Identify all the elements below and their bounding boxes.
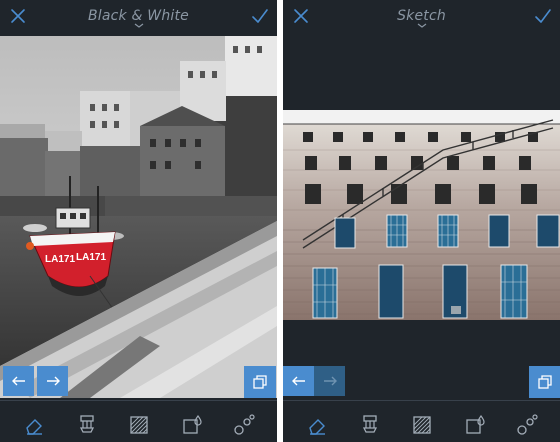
- photo-canvas[interactable]: LA171 LA171: [0, 36, 277, 398]
- bubbles-icon: [517, 414, 538, 435]
- eraser-tool[interactable]: [306, 414, 328, 436]
- redo-button[interactable]: [314, 366, 345, 396]
- tool-bar: [283, 400, 560, 442]
- sketch-editor-panel: Sketch: [283, 0, 560, 442]
- arrow-right-icon: [46, 376, 60, 386]
- redo-button[interactable]: [37, 366, 68, 396]
- building-sketch-photo: [283, 110, 560, 320]
- bubbles-tool[interactable]: [516, 414, 538, 436]
- eraser-icon: [26, 419, 42, 435]
- filter-title-selector[interactable]: Sketch: [283, 7, 560, 29]
- bubbles-icon: [234, 414, 255, 435]
- arrow-right-icon: [323, 376, 337, 386]
- brush-tool[interactable]: [359, 414, 381, 436]
- brush-icon: [79, 415, 95, 433]
- top-bar: Black & White: [0, 0, 277, 34]
- drop-icon: [466, 414, 485, 434]
- fill-pattern-tool[interactable]: [128, 414, 150, 436]
- compare-icon: [538, 375, 552, 389]
- undo-button[interactable]: [283, 366, 314, 396]
- done-button[interactable]: [534, 7, 552, 25]
- drop-tool[interactable]: [181, 414, 203, 436]
- brush-icon: [362, 415, 378, 433]
- boat-name-left: LA171: [45, 254, 75, 265]
- black-white-editor-panel: Black & White LA171 LA171: [0, 0, 277, 442]
- compare-button[interactable]: [244, 366, 276, 398]
- done-button[interactable]: [251, 7, 269, 25]
- harbor-photo: LA171 LA171: [0, 36, 277, 398]
- bubbles-tool[interactable]: [233, 414, 255, 436]
- fill-pattern-icon: [413, 416, 431, 434]
- compare-icon: [253, 375, 267, 389]
- arrow-left-icon: [11, 376, 25, 386]
- tool-bar: [0, 400, 277, 442]
- brush-tool[interactable]: [76, 414, 98, 436]
- eraser-tool[interactable]: [23, 414, 45, 436]
- checkmark-icon: [252, 9, 268, 23]
- undo-button[interactable]: [3, 366, 34, 396]
- filter-title-selector[interactable]: Black & White: [0, 7, 277, 29]
- photo-canvas[interactable]: [283, 110, 560, 320]
- fill-pattern-icon: [130, 416, 148, 434]
- top-bar: Sketch: [283, 0, 560, 34]
- drop-tool[interactable]: [464, 414, 486, 436]
- drop-icon: [183, 414, 202, 434]
- toolbar-divider: [283, 400, 560, 401]
- checkmark-icon: [535, 9, 551, 23]
- arrow-left-icon: [291, 376, 305, 386]
- filter-title: Sketch: [397, 8, 446, 24]
- eraser-icon: [309, 419, 325, 435]
- fill-pattern-tool[interactable]: [411, 414, 433, 436]
- compare-button[interactable]: [529, 366, 560, 398]
- toolbar-divider: [0, 400, 277, 401]
- boat-name-right: LA171: [76, 252, 106, 263]
- filter-title: Black & White: [87, 8, 189, 24]
